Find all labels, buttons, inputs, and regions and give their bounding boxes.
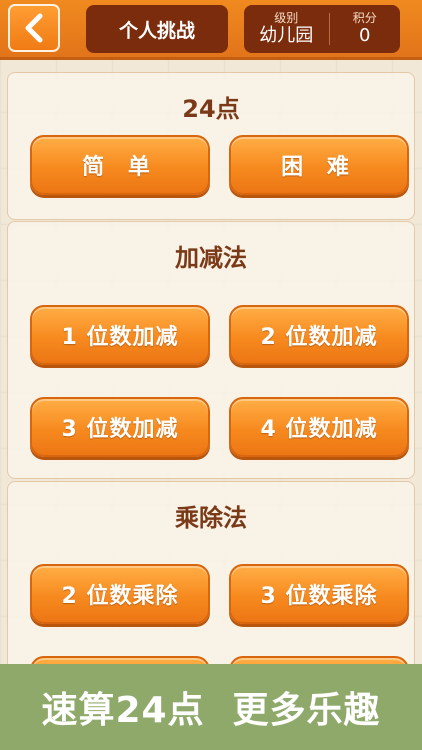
section-title: 加减法: [175, 244, 247, 272]
hard-button[interactable]: 困 难: [229, 135, 409, 195]
add-sub-3-digit-button[interactable]: 3 位数加减: [30, 397, 210, 457]
page-title: 个人挑战: [86, 5, 228, 53]
promo-banner: 速算24点 更多乐趣: [0, 664, 422, 750]
add-sub-2-digit-button[interactable]: 2 位数加减: [229, 305, 409, 365]
top-bar: 个人挑战 级别 幼儿园 积分 0: [0, 0, 422, 60]
section-title: 乘除法: [175, 504, 247, 532]
score-stat: 积分 0: [330, 5, 400, 53]
stats-panel: 级别 幼儿园 积分 0: [244, 5, 400, 53]
level-value: 幼儿园: [259, 25, 314, 46]
easy-button[interactable]: 简 单: [30, 135, 210, 195]
section-add-subtract: 加减法 1 位数加减 2 位数加减 3 位数加减 4 位数加减: [7, 221, 415, 479]
add-sub-1-digit-button[interactable]: 1 位数加减: [30, 305, 210, 365]
score-value: 0: [359, 25, 371, 46]
banner-text-right: 更多乐趣: [232, 690, 381, 731]
level-stat: 级别 幼儿园: [244, 5, 329, 53]
add-sub-4-digit-button[interactable]: 4 位数加减: [229, 397, 409, 457]
section-title: 24点: [182, 95, 240, 123]
banner-text-left: 速算24点: [41, 690, 205, 731]
mul-div-2-digit-button[interactable]: 2 位数乘除: [30, 564, 210, 624]
back-button[interactable]: [8, 4, 60, 52]
score-label: 积分: [352, 11, 377, 25]
level-label: 级别: [274, 11, 299, 25]
section-24-points: 24点 简 单 困 难: [7, 72, 415, 220]
mul-div-3-digit-button[interactable]: 3 位数乘除: [229, 564, 409, 624]
chevron-left-icon: [25, 13, 43, 43]
